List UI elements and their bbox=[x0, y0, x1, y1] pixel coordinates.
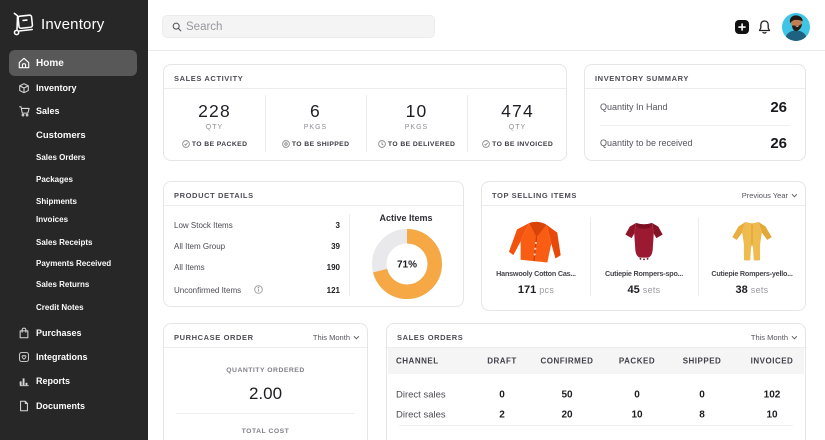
svg-text:71%: 71% bbox=[397, 260, 417, 271]
